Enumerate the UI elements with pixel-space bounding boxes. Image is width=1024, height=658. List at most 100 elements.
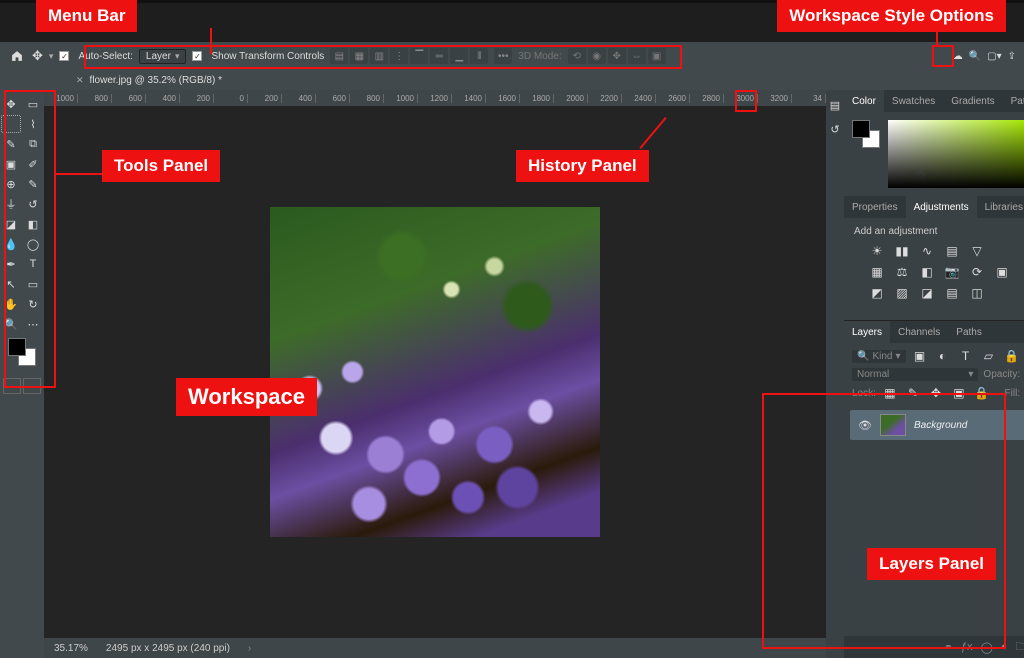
lock-pos-icon[interactable]: ✥ bbox=[927, 385, 945, 401]
color-swatches[interactable] bbox=[8, 338, 36, 366]
zoom-level[interactable]: 35.17% bbox=[54, 643, 88, 654]
align-center-h-icon[interactable]: ▦ bbox=[350, 48, 368, 64]
home-icon[interactable] bbox=[8, 47, 26, 65]
eyedropper-tool[interactable]: ✐ bbox=[23, 155, 43, 173]
levels-icon[interactable]: ▮▮ bbox=[893, 243, 911, 259]
layer-dropdown[interactable]: Layer▾ bbox=[139, 49, 187, 64]
tab-channels[interactable]: Channels bbox=[890, 321, 948, 343]
auto-select-checkbox[interactable]: ✓ bbox=[59, 51, 69, 61]
kind-filter[interactable]: 🔍Kind ▾ bbox=[852, 350, 906, 363]
layer-name[interactable]: Background bbox=[914, 420, 967, 431]
workspace-switcher-icon[interactable]: ▢▾ bbox=[987, 51, 1001, 62]
actions-panel-icon[interactable]: ↺ bbox=[826, 120, 844, 138]
document-tab[interactable]: flower.jpg @ 35.2% (RGB/8) * bbox=[90, 75, 222, 86]
lock-nest-icon[interactable]: ▣ bbox=[950, 385, 968, 401]
tab-patterns[interactable]: Patterns bbox=[1003, 90, 1024, 112]
gradient-map-icon[interactable]: ▤ bbox=[943, 285, 961, 301]
photo-filter-icon[interactable]: 📷 bbox=[943, 264, 961, 280]
color-picker[interactable] bbox=[888, 120, 1024, 188]
visibility-icon[interactable]: 👁 bbox=[858, 419, 872, 432]
color-lookup-icon[interactable]: ▣ bbox=[993, 264, 1011, 280]
blur-tool[interactable]: 💧 bbox=[1, 235, 21, 253]
search-icon[interactable]: 🔍 bbox=[969, 51, 981, 62]
dodge-tool[interactable]: ◯ bbox=[23, 235, 43, 253]
lasso-tool[interactable]: ⌇ bbox=[23, 115, 43, 133]
layer-thumbnail[interactable] bbox=[880, 414, 906, 436]
align-center-v-icon[interactable]: ═ bbox=[430, 48, 448, 64]
frame-tool[interactable]: ▣ bbox=[1, 155, 21, 173]
tab-adjustments[interactable]: Adjustments bbox=[906, 196, 977, 218]
brightness-icon[interactable]: ☀ bbox=[868, 243, 886, 259]
filter-shape-icon[interactable]: ▱ bbox=[980, 348, 998, 364]
move-tool-icon[interactable]: ✥ bbox=[32, 48, 43, 64]
threshold-icon[interactable]: ◪ bbox=[918, 285, 936, 301]
filter-type-icon[interactable]: T bbox=[957, 348, 975, 364]
posterize-icon[interactable]: ▨ bbox=[893, 285, 911, 301]
chevron-down-icon[interactable]: ▾ bbox=[49, 51, 54, 62]
blend-mode-dropdown[interactable]: Normal▾ bbox=[852, 368, 978, 381]
close-icon[interactable]: ✕ bbox=[76, 75, 84, 86]
curves-icon[interactable]: ∿ bbox=[918, 243, 936, 259]
shape-tool[interactable]: ▭ bbox=[23, 275, 43, 293]
bw-icon[interactable]: ◧ bbox=[918, 264, 936, 280]
filter-image-icon[interactable]: ▣ bbox=[911, 348, 929, 364]
tab-paths[interactable]: Paths bbox=[948, 321, 990, 343]
type-tool[interactable]: T bbox=[23, 255, 43, 273]
new-adjustment-icon[interactable]: ◐ bbox=[1001, 641, 1008, 653]
channel-mixer-icon[interactable]: ⟳ bbox=[968, 264, 986, 280]
fx-icon[interactable]: ƒx bbox=[961, 641, 973, 653]
hand-tool[interactable]: ✋ bbox=[1, 295, 21, 313]
share-icon[interactable]: ⇪ bbox=[1008, 51, 1016, 62]
cloud-icon[interactable]: ☁ bbox=[953, 51, 963, 62]
hue-icon[interactable]: ▦ bbox=[868, 264, 886, 280]
fg-bg-swatch[interactable] bbox=[852, 120, 880, 148]
filter-adjust-icon[interactable]: ◐ bbox=[934, 348, 952, 364]
lock-paint-icon[interactable]: ✎ bbox=[904, 385, 922, 401]
link-layers-icon[interactable]: ⚭ bbox=[944, 641, 953, 654]
marquee-tool[interactable] bbox=[1, 115, 21, 133]
lock-trans-icon[interactable]: ▦ bbox=[881, 385, 899, 401]
more-icon[interactable]: ••• bbox=[494, 48, 512, 64]
path-tool[interactable]: ↖ bbox=[1, 275, 21, 293]
selective-color-icon[interactable]: ◫ bbox=[968, 285, 986, 301]
quick-select-tool[interactable]: ✎ bbox=[1, 135, 21, 153]
align-left-icon[interactable]: ▤ bbox=[330, 48, 348, 64]
move-tool[interactable]: ✥ bbox=[1, 95, 21, 113]
align-right-icon[interactable]: ▥ bbox=[370, 48, 388, 64]
tab-swatches[interactable]: Swatches bbox=[884, 90, 943, 112]
history-panel-icon[interactable]: ▤ bbox=[826, 96, 844, 114]
document-image[interactable] bbox=[270, 207, 600, 537]
artboard-tool[interactable]: ▭ bbox=[23, 95, 43, 113]
distribute-icon[interactable]: ⫴ bbox=[470, 48, 488, 64]
zoom-tool[interactable]: 🔍 bbox=[1, 315, 21, 333]
tab-libraries[interactable]: Libraries bbox=[977, 196, 1024, 218]
history-brush-tool[interactable]: ↺ bbox=[23, 195, 43, 213]
exposure-icon[interactable]: ▤ bbox=[943, 243, 961, 259]
extra-tool[interactable]: ⋯ bbox=[23, 315, 43, 333]
gradient-tool[interactable]: ◧ bbox=[23, 215, 43, 233]
eraser-tool[interactable]: ◪ bbox=[1, 215, 21, 233]
heal-tool[interactable]: ⊕ bbox=[1, 175, 21, 193]
invert-icon[interactable]: ◩ bbox=[868, 285, 886, 301]
color-balance-icon[interactable]: ⚖ bbox=[893, 264, 911, 280]
canvas[interactable] bbox=[44, 106, 826, 638]
tab-gradients[interactable]: Gradients bbox=[943, 90, 1002, 112]
tab-layers[interactable]: Layers bbox=[844, 321, 890, 343]
brush-tool[interactable]: ✎ bbox=[23, 175, 43, 193]
crop-tool[interactable]: ⧉ bbox=[23, 135, 43, 153]
vibrance-icon[interactable]: ▽ bbox=[968, 243, 986, 259]
show-transform-checkbox[interactable]: ✓ bbox=[192, 51, 202, 61]
filter-smart-icon[interactable]: 🔒 bbox=[1003, 348, 1021, 364]
pen-tool[interactable]: ✒ bbox=[1, 255, 21, 273]
align-bottom-icon[interactable]: ▁ bbox=[450, 48, 468, 64]
screen-mode-tool[interactable] bbox=[23, 378, 41, 394]
align-top-icon[interactable]: ▔ bbox=[410, 48, 428, 64]
mask-icon[interactable]: ◯ bbox=[981, 641, 993, 654]
lock-all-icon[interactable]: 🔒 bbox=[973, 385, 991, 401]
stamp-tool[interactable]: ⏚ bbox=[1, 195, 21, 213]
layer-item-background[interactable]: 👁 Background 🔒 bbox=[850, 410, 1024, 440]
rotate-tool[interactable]: ↻ bbox=[23, 295, 43, 313]
tab-properties[interactable]: Properties bbox=[844, 196, 906, 218]
quick-mask-tool[interactable] bbox=[3, 378, 21, 394]
tab-color[interactable]: Color bbox=[844, 90, 884, 112]
